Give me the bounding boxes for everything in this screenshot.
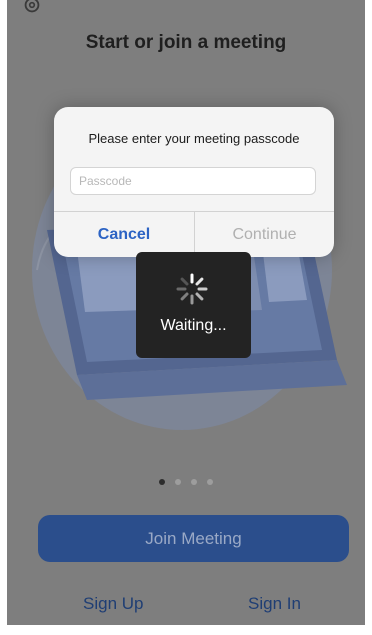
- page-dot[interactable]: [159, 479, 165, 485]
- spinner-icon: [176, 273, 208, 305]
- page-dot[interactable]: [175, 479, 181, 485]
- join-meeting-button[interactable]: Join Meeting: [38, 515, 349, 562]
- passcode-input[interactable]: [70, 167, 316, 195]
- sign-in-link[interactable]: Sign In: [248, 594, 301, 614]
- app-screen: Start or join a meeting Join Meeting Sig…: [7, 0, 365, 625]
- page-dot[interactable]: [191, 479, 197, 485]
- continue-button[interactable]: Continue: [195, 212, 334, 257]
- auth-links: Sign Up Sign In: [7, 594, 365, 618]
- loading-label: Waiting...: [160, 317, 227, 334]
- gear-icon[interactable]: [21, 0, 43, 16]
- cancel-button[interactable]: Cancel: [54, 212, 194, 257]
- loading-overlay: Waiting...: [136, 252, 251, 358]
- page-title: Start or join a meeting: [85, 32, 287, 53]
- sign-up-link[interactable]: Sign Up: [83, 594, 143, 614]
- passcode-dialog: Please enter your meeting passcode Cance…: [54, 107, 334, 257]
- page-dot[interactable]: [207, 479, 213, 485]
- dialog-message: Please enter your meeting passcode: [88, 131, 300, 146]
- page-indicator[interactable]: [7, 479, 365, 485]
